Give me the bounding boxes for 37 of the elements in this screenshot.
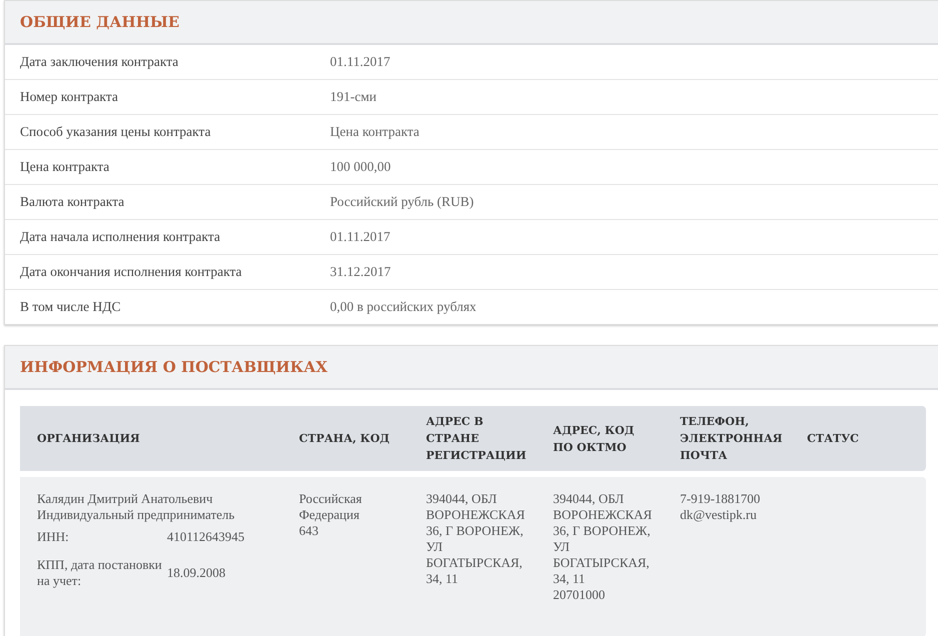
email-text: dk@vestipk.ru	[680, 507, 758, 523]
field-value: 191-сми	[330, 89, 377, 105]
phone-text: 7-919-1881700	[680, 491, 762, 507]
field-value: 01.11.2017	[330, 54, 390, 70]
column-header: АДРЕС, КОД ПО ОКТМО	[552, 422, 636, 456]
field-label: Дата начала исполнения контракта	[19, 229, 222, 245]
supplier-type: Индивидуальный предприниматель	[37, 507, 236, 523]
field-label: В том числе НДС	[19, 299, 122, 315]
address-text: 394044, ОБЛ ВОРОНЕЖСКАЯ 36, Г ВОРОНЕЖ, УЛ БОГАТЫРСКАЯ, 34, 11	[553, 491, 653, 587]
field-label: Дата заключения контракта	[19, 54, 180, 70]
column-header: ТЕЛЕФОН, ЭЛЕКТРОННАЯ ПОЧТА	[679, 414, 784, 464]
field-value: Цена контракта	[330, 124, 420, 140]
field-label: Номер контракта	[19, 89, 119, 105]
field-value: 31.12.2017	[330, 264, 391, 280]
detail-label: ИНН:	[37, 529, 70, 545]
field-label: Дата окончания исполнения контракта	[19, 264, 243, 280]
field-value: Российский рубль (RUB)	[330, 194, 474, 210]
detail-label: КПП, дата постановки на учет:	[37, 557, 163, 589]
table-cell-text: Российская Федерация	[299, 491, 363, 523]
field-label: Валюта контракта	[19, 194, 126, 210]
detail-value: 18.09.2008	[167, 565, 226, 581]
oktmo-code: 20701000	[553, 587, 606, 603]
column-header: СТРАНА, КОД	[298, 431, 391, 447]
supplier-name: Калядин Дмитрий Анатольевич	[37, 491, 214, 507]
field-value: 100 000,00	[330, 159, 391, 175]
column-header: СТАТУС	[806, 431, 860, 447]
table-cell-text: 643	[299, 523, 320, 539]
detail-value: 410112643945	[167, 529, 246, 545]
field-label: Способ указания цены контракта	[19, 124, 212, 140]
section-title: ИНФОРМАЦИЯ О ПОСТАВЩИКАХ	[20, 358, 328, 376]
section-title: ОБЩИЕ ДАННЫЕ	[20, 13, 180, 31]
field-label: Цена контракта	[19, 159, 110, 175]
field-value: 01.11.2017	[330, 229, 390, 245]
address-text: 394044, ОБЛ ВОРОНЕЖСКАЯ 36, Г ВОРОНЕЖ, УЛ БОГАТЫРСКАЯ, 34, 11	[426, 491, 526, 587]
field-value: 0,00 в российских рублях	[330, 299, 476, 315]
column-header: ОРГАНИЗАЦИЯ	[36, 431, 141, 447]
column-header: АДРЕС В СТРАНЕ РЕГИСТРАЦИИ	[425, 414, 528, 464]
